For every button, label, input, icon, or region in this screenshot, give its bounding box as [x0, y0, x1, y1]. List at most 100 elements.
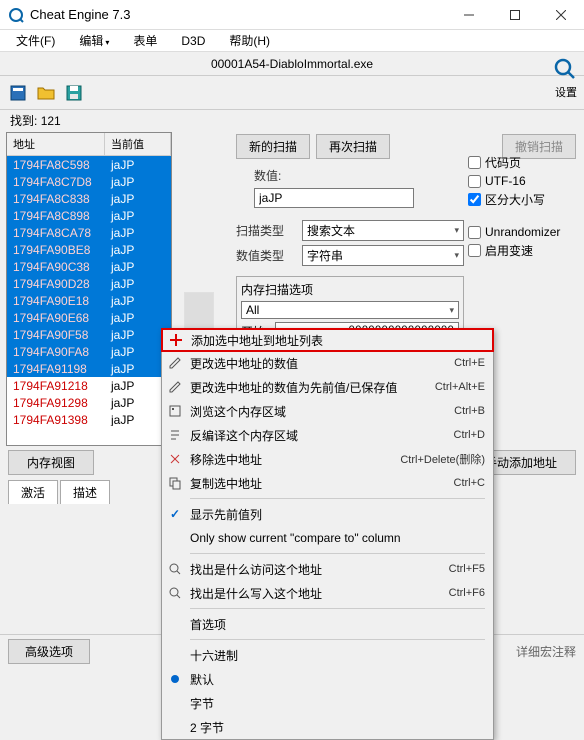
ctx-show-prev-col[interactable]: ✓ 显示先前值列: [162, 502, 493, 526]
result-address: 1794FA90F58: [7, 328, 105, 342]
ctx-shortcut: Ctrl+F5: [449, 563, 485, 575]
case-checkbox[interactable]: [468, 193, 481, 206]
ctx-remove[interactable]: 移除选中地址 Ctrl+Delete(删除): [162, 447, 493, 471]
unrand-checkbox[interactable]: [468, 226, 481, 239]
scan-type-combo[interactable]: 搜索文本▾: [302, 220, 464, 241]
menu-d3d[interactable]: D3D: [171, 32, 215, 50]
separator: [190, 553, 485, 554]
memory-view-button[interactable]: 内存视图: [8, 450, 94, 475]
ctx-hex[interactable]: 十六进制: [162, 643, 493, 667]
radio-icon: [166, 670, 184, 688]
ctx-only-compare[interactable]: Only show current "compare to" column: [162, 526, 493, 550]
ctx-shortcut: Ctrl+D: [454, 429, 485, 441]
result-address: 1794FA91298: [7, 396, 105, 410]
result-row[interactable]: 1794FA90D28jaJP: [7, 275, 171, 292]
ctx-default[interactable]: 默认: [162, 667, 493, 691]
utf16-check-row[interactable]: UTF-16: [468, 174, 576, 188]
ctx-byte[interactable]: 字节: [162, 691, 493, 715]
result-row[interactable]: 1794FA8C838jaJP: [7, 190, 171, 207]
col-address[interactable]: 地址: [7, 133, 105, 155]
result-address: 1794FA91398: [7, 413, 105, 427]
maximize-button[interactable]: [492, 0, 538, 30]
result-row[interactable]: 1794FA90E68jaJP: [7, 309, 171, 326]
unrand-check-row[interactable]: Unrandomizer: [468, 225, 576, 239]
tab-description[interactable]: 描述: [60, 480, 110, 504]
check-icon: ✓: [166, 505, 184, 523]
col-value[interactable]: 当前值: [105, 133, 171, 155]
open-file-button[interactable]: [34, 81, 58, 105]
title-bar: Cheat Engine 7.3: [0, 0, 584, 30]
menu-file[interactable]: 文件(F): [6, 30, 65, 51]
ctx-shortcut: Ctrl+F6: [449, 587, 485, 599]
result-row[interactable]: 1794FA90E18jaJP: [7, 292, 171, 309]
open-process-button[interactable]: [6, 81, 30, 105]
speed-checkbox[interactable]: [468, 244, 481, 257]
ctx-find-write[interactable]: 找出是什么写入这个地址 Ctrl+F6: [162, 581, 493, 605]
ctx-change-prev-label: 更改选中地址的数值为先前值/已保存值: [190, 379, 429, 396]
menu-help[interactable]: 帮助(H): [219, 30, 280, 51]
settings-area[interactable]: 设置: [552, 56, 580, 100]
preview-sidebar[interactable]: [184, 292, 214, 330]
result-value: jaJP: [105, 192, 171, 206]
result-row[interactable]: 1794FA90C38jaJP: [7, 258, 171, 275]
ctx-change-prev[interactable]: 更改选中地址的数值为先前值/已保存值 Ctrl+Alt+E: [162, 375, 493, 399]
speed-check-row[interactable]: 启用变速: [468, 242, 576, 259]
minimize-button[interactable]: [446, 0, 492, 30]
next-scan-button[interactable]: 再次扫描: [316, 134, 390, 159]
window-title: Cheat Engine 7.3: [30, 7, 446, 22]
results-header: 地址 当前值: [7, 133, 171, 156]
result-row[interactable]: 1794FA8CA78jaJP: [7, 224, 171, 241]
codepage-check-row[interactable]: 代码页: [468, 154, 576, 171]
blank-icon: [166, 694, 184, 712]
ctx-browse-region[interactable]: 浏览这个内存区域 Ctrl+B: [162, 399, 493, 423]
value-type-combo[interactable]: 字符串▾: [302, 245, 464, 266]
ctx-add-to-list[interactable]: 添加选中地址到地址列表: [161, 328, 494, 352]
result-row[interactable]: 1794FA90F58jaJP: [7, 326, 171, 343]
case-check-row[interactable]: 区分大小写: [468, 191, 576, 208]
result-row[interactable]: 1794FA91298jaJP: [7, 394, 171, 411]
new-scan-button[interactable]: 新的扫描: [236, 134, 310, 159]
ctx-disassemble[interactable]: 反编译这个内存区域 Ctrl+D: [162, 423, 493, 447]
result-row[interactable]: 1794FA90BE8jaJP: [7, 241, 171, 258]
result-row[interactable]: 1794FA8C7D8jaJP: [7, 173, 171, 190]
save-button[interactable]: [62, 81, 86, 105]
results-table: 地址 当前值 1794FA8C598jaJP1794FA8C7D8jaJP179…: [6, 132, 172, 446]
ctx-shortcut: Ctrl+E: [454, 357, 485, 369]
codepage-label: 代码页: [485, 154, 521, 171]
scan-value-input[interactable]: [254, 188, 414, 208]
settings-icon: [552, 56, 580, 84]
ctx-copy[interactable]: 复制选中地址 Ctrl+C: [162, 471, 493, 495]
result-row[interactable]: 1794FA8C898jaJP: [7, 207, 171, 224]
mem-region-value: All: [246, 303, 259, 317]
codepage-checkbox[interactable]: [468, 156, 481, 169]
tab-activate[interactable]: 激活: [8, 480, 58, 504]
menu-edit[interactable]: 编辑▾: [69, 30, 119, 51]
advanced-options-button[interactable]: 高级选项: [8, 639, 90, 664]
result-row[interactable]: 1794FA91218jaJP: [7, 377, 171, 394]
ctx-find-access[interactable]: 找出是什么访问这个地址 Ctrl+F5: [162, 557, 493, 581]
results-context-menu: 添加选中地址到地址列表 更改选中地址的数值 Ctrl+E 更改选中地址的数值为先…: [161, 328, 494, 740]
ctx-preferences[interactable]: 首选项: [162, 612, 493, 636]
case-label: 区分大小写: [485, 191, 545, 208]
found-count: 121: [41, 114, 61, 128]
mem-opts-label: 内存扫描选项: [241, 281, 459, 298]
menu-table[interactable]: 表单: [123, 30, 167, 51]
result-row[interactable]: 1794FA91198jaJP: [7, 360, 171, 377]
result-row[interactable]: 1794FA91398jaJP: [7, 411, 171, 426]
delete-icon: [166, 450, 184, 468]
result-row[interactable]: 1794FA8C598jaJP: [7, 156, 171, 173]
result-row[interactable]: 1794FA90FA8jaJP: [7, 343, 171, 360]
result-address: 1794FA90E18: [7, 294, 105, 308]
ctx-2byte-label: 2 字节: [190, 719, 485, 736]
ctx-disasm-label: 反编译这个内存区域: [190, 427, 448, 444]
process-bar: 00001A54-DiabloImmortal.exe: [0, 52, 584, 76]
asm-icon: [166, 426, 184, 444]
close-button[interactable]: [538, 0, 584, 30]
mem-region-combo[interactable]: All▾: [241, 301, 459, 319]
chevron-down-icon: ▾: [454, 250, 459, 261]
scan-options-checks: 代码页 UTF-16 区分大小写 Unrandomizer 启用变速: [468, 154, 576, 259]
ctx-2byte[interactable]: 2 字节: [162, 715, 493, 739]
results-body[interactable]: 1794FA8C598jaJP1794FA8C7D8jaJP1794FA8C83…: [7, 156, 171, 426]
ctx-change-value[interactable]: 更改选中地址的数值 Ctrl+E: [162, 351, 493, 375]
utf16-checkbox[interactable]: [468, 175, 481, 188]
